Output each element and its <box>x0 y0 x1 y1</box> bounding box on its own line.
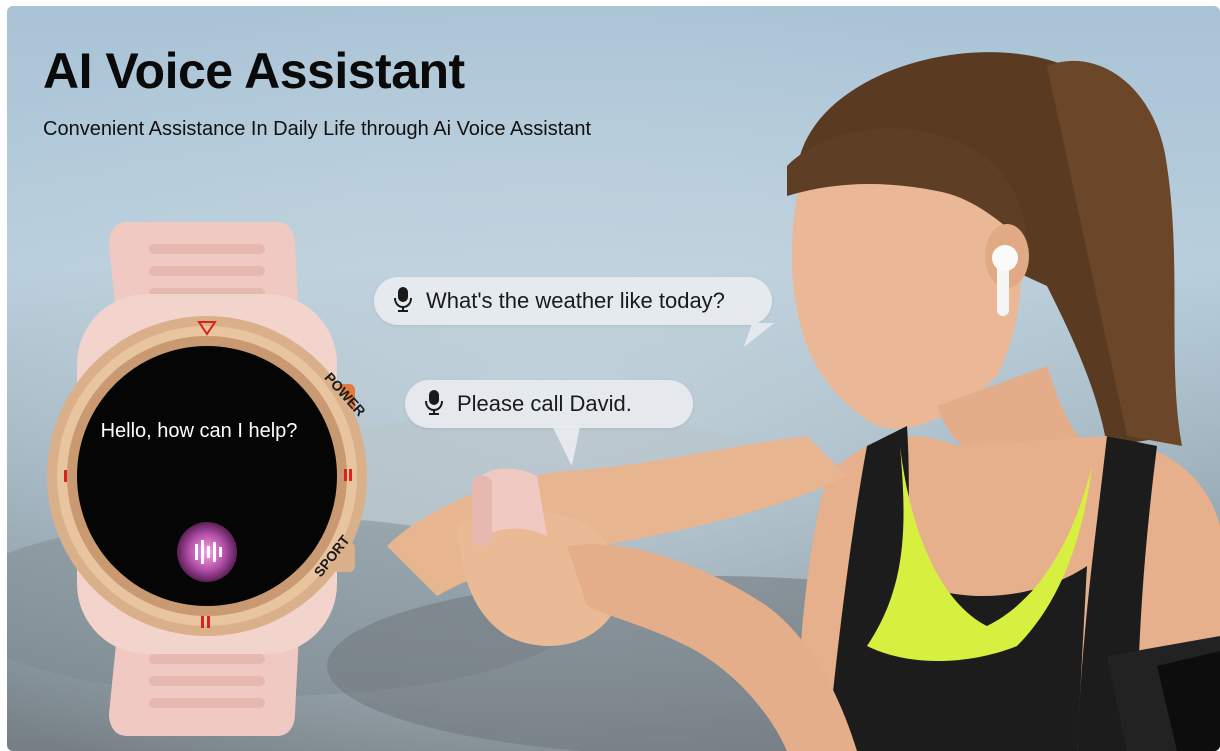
page-title: AI Voice Assistant <box>43 43 465 99</box>
speech-bubble-weather: What's the weather like today? <box>374 277 775 347</box>
bubble-tail <box>552 426 586 466</box>
microphone-icon <box>425 389 443 420</box>
watch-screen-text: Hello, how can I help? <box>100 420 298 442</box>
banner: AI Voice Assistant Convenient Assistance… <box>7 6 1220 751</box>
smartwatch: POWER SPORT <box>47 222 369 736</box>
bubble-text: What's the weather like today? <box>426 288 725 313</box>
microphone-icon <box>394 286 412 317</box>
page-subtitle: Convenient Assistance In Daily Life thro… <box>43 118 592 140</box>
speech-bubble-call: Please call David. <box>405 380 693 466</box>
bubble-text: Please call David. <box>457 391 632 416</box>
